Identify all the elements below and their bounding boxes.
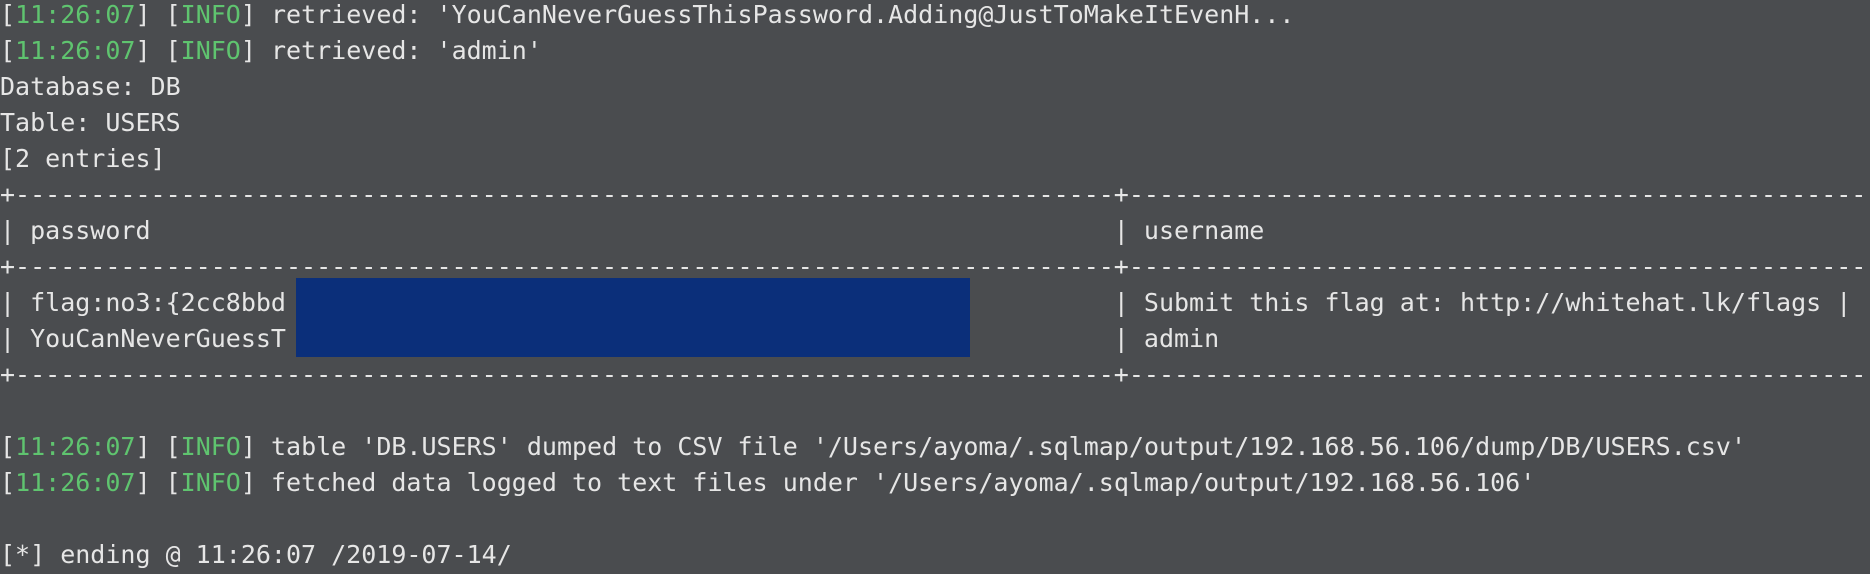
log-message: table 'DB.USERS' dumped to CSV file '/Us…	[270, 432, 1746, 461]
table-label: Table: USERS	[0, 108, 181, 137]
terminal-window[interactable]: [11:26:07] [INFO] retrieved: 'YouCanNeve…	[0, 0, 1870, 574]
log-line-fetched-data: [11:26:07] [INFO] fetched data logged to…	[0, 468, 1536, 497]
ending-line: [*] ending @ 11:26:07 /2019-07-14/	[0, 540, 512, 569]
timestamp: 11:26:07	[15, 432, 136, 461]
redaction-box	[296, 278, 970, 357]
log-message: retrieved: 'admin'	[270, 36, 542, 65]
entries-count: [2 entries]	[0, 144, 166, 173]
log-level: INFO	[180, 432, 241, 461]
table-border-bottom: +---------------------------------------…	[0, 360, 1870, 389]
timestamp: 11:26:07	[15, 468, 136, 497]
log-message: retrieved: 'YouCanNeverGuessThisPassword…	[270, 0, 1295, 29]
table-border-top: +---------------------------------------…	[0, 180, 1870, 209]
log-message: fetched data logged to text files under …	[270, 468, 1536, 497]
log-line-retrieved-admin: [11:26:07] [INFO] retrieved: 'admin'	[0, 36, 542, 65]
log-level: INFO	[180, 468, 241, 497]
table-header-row: | password | username |	[0, 216, 1870, 245]
log-level: INFO	[180, 0, 241, 29]
log-line-csv-dump: [11:26:07] [INFO] table 'DB.USERS' dumpe…	[0, 432, 1746, 461]
database-label: Database: DB	[0, 72, 181, 101]
timestamp: 11:26:07	[15, 0, 136, 29]
timestamp: 11:26:07	[15, 36, 136, 65]
log-line-retrieved-password: [11:26:07] [INFO] retrieved: 'YouCanNeve…	[0, 0, 1295, 29]
log-level: INFO	[180, 36, 241, 65]
